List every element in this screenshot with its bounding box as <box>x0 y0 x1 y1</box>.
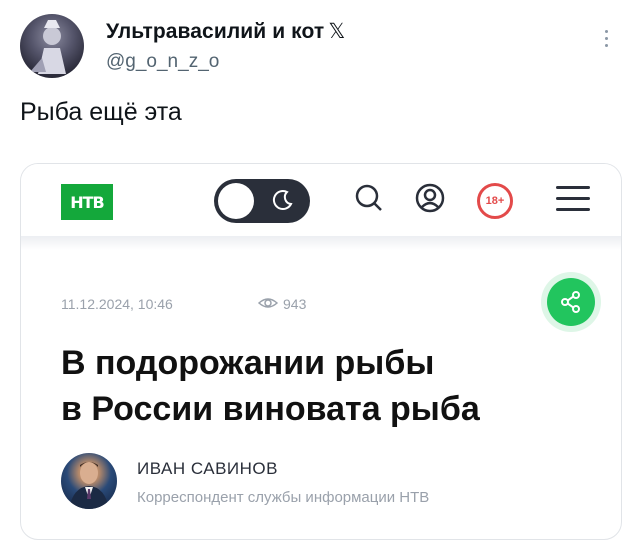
tweet: Ультравасилий и кот 𝕏 @g_o_n_z_o Рыба ещё… <box>0 0 640 550</box>
author-photo <box>61 453 117 509</box>
article-headline: В подорожании рыбы в России виновата рыб… <box>61 340 601 432</box>
ntv-logo: НТВ <box>61 184 113 220</box>
author-handle[interactable]: @g_o_n_z_o <box>106 51 219 73</box>
ntv-header: НТВ 18+ <box>21 164 621 236</box>
eye-icon <box>257 298 279 308</box>
header-shadow <box>21 236 621 250</box>
menu-icon <box>556 186 590 219</box>
article-author-name: ИВАН САВИНОВ <box>137 459 278 478</box>
more-vertical-icon[interactable] <box>604 30 610 54</box>
headline-line-1: В подорожании рыбы <box>61 344 435 382</box>
user-avatar[interactable] <box>20 14 84 78</box>
author-name[interactable]: Ультравасилий и кот 𝕏 <box>106 19 345 44</box>
view-count: 943 <box>283 296 307 312</box>
article-author-role: Корреспондент службы информации НТВ <box>137 489 430 506</box>
search-icon <box>355 184 382 211</box>
user-profile-icon <box>415 183 445 213</box>
share-icon <box>561 291 580 313</box>
author-name-text[interactable]: Ультравасилий и кот <box>106 20 324 43</box>
embedded-screenshot[interactable]: НТВ 18+ 11.12.2024, 10:46 943 В подорожа… <box>20 163 622 540</box>
article-date: 11.12.2024, 10:46 <box>61 296 173 312</box>
article-meta: 11.12.2024, 10:46 943 <box>61 296 306 312</box>
headline-line-2: в России виновата рыба <box>61 390 480 428</box>
tweet-text: Рыба ещё эта <box>20 98 182 126</box>
age-rating-badge: 18+ <box>477 183 513 219</box>
share-button <box>547 278 595 326</box>
theme-toggle <box>214 179 310 223</box>
moon-icon <box>272 190 293 211</box>
x-logo-icon: 𝕏 <box>328 20 346 43</box>
